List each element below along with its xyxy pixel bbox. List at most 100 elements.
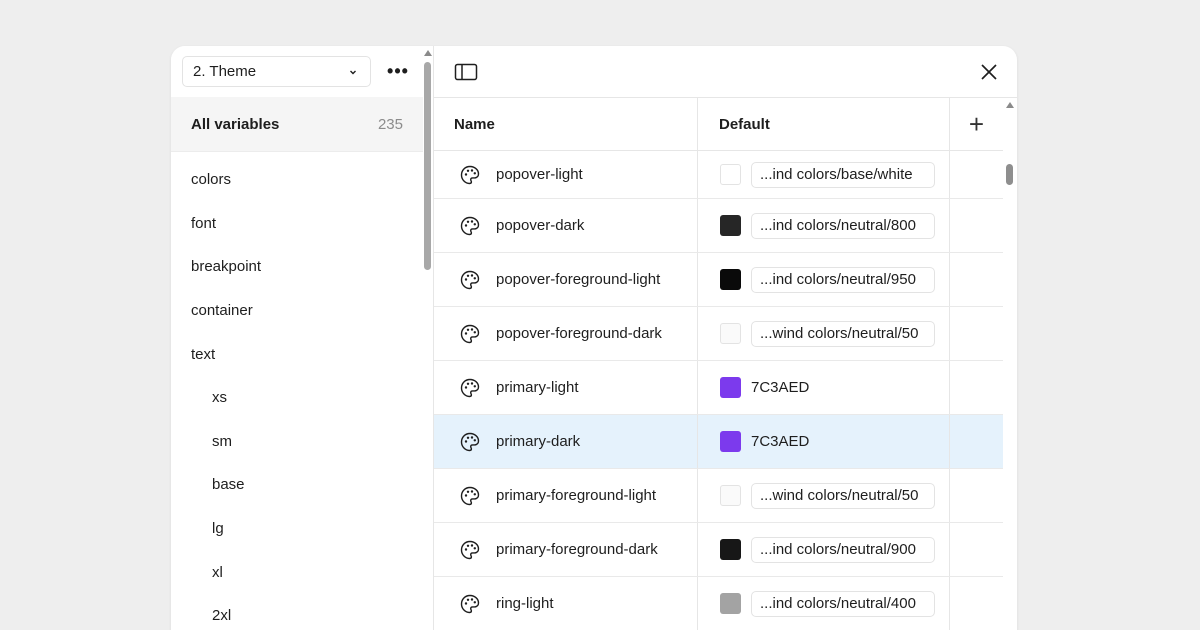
table-row[interactable]: popover-foreground-light ...ind colors/ne… (434, 253, 1003, 307)
collection-dropdown-label: 2. Theme (193, 63, 257, 80)
alias-value-pill[interactable]: ...ind colors/neutral/950 (751, 266, 935, 293)
variable-value-cell[interactable]: ...ind colors/neutral/900 (698, 523, 950, 576)
empty-cell (950, 415, 1003, 468)
table-row[interactable]: ring-light ...ind colors/neutral/400 (434, 577, 1003, 630)
palette-icon (459, 539, 481, 561)
empty-cell (950, 253, 1003, 306)
empty-cell (950, 151, 1003, 198)
variable-value-cell[interactable]: ...ind colors/neutral/800 (698, 199, 950, 252)
alias-value-pill[interactable]: ...ind colors/neutral/900 (751, 536, 935, 563)
variable-value-cell[interactable]: ...ind colors/base/white (698, 151, 950, 198)
sidebar-group-xl[interactable]: xl (171, 550, 423, 594)
sidebar-group-2xl[interactable]: 2xl (171, 594, 423, 630)
palette-icon (459, 164, 481, 186)
palette-icon (459, 323, 481, 345)
sidebar-group-breakpoint[interactable]: breakpoint (171, 245, 423, 289)
palette-icon (459, 377, 481, 399)
empty-cell (950, 577, 1003, 630)
table-header: Name Default + (434, 98, 1003, 151)
column-header-default[interactable]: Default (698, 98, 950, 151)
scroll-up-arrow-icon[interactable] (1006, 102, 1014, 108)
variable-value-cell[interactable]: ...ind colors/neutral/400 (698, 577, 950, 630)
color-swatch[interactable] (720, 593, 741, 614)
sidebar-scroll-thumb[interactable] (424, 62, 431, 270)
all-variables-item[interactable]: All variables 235 (171, 97, 423, 152)
alias-value-pill[interactable]: ...ind colors/neutral/400 (751, 590, 935, 617)
variable-name-cell[interactable]: popover-foreground-dark (434, 307, 698, 360)
variable-name-cell[interactable]: popover-foreground-light (434, 253, 698, 306)
sidebar-group-container[interactable]: container (171, 289, 423, 333)
variable-value-cell[interactable]: ...ind colors/neutral/950 (698, 253, 950, 306)
table-row[interactable]: primary-foreground-dark ...ind colors/neu… (434, 523, 1003, 577)
palette-icon (459, 269, 481, 291)
table-row[interactable]: popover-dark ...ind colors/neutral/800 (434, 199, 1003, 253)
more-options-button[interactable]: ••• (383, 58, 413, 84)
variable-name: primary-dark (496, 433, 581, 450)
hex-value: 7C3AED (751, 433, 810, 450)
variable-name: popover-light (496, 166, 583, 183)
sidebar-group-xs[interactable]: xs (171, 376, 423, 420)
empty-cell (950, 199, 1003, 252)
color-swatch[interactable] (720, 377, 741, 398)
sidebar-panel-icon[interactable] (454, 62, 478, 82)
color-swatch[interactable] (720, 269, 741, 290)
sidebar-group-text[interactable]: text (171, 332, 423, 376)
variable-name: primary-foreground-dark (496, 541, 658, 558)
variable-name: primary-foreground-light (496, 487, 657, 504)
variable-name-cell[interactable]: ring-light (434, 577, 698, 630)
empty-cell (950, 307, 1003, 360)
variable-name: primary-light (496, 379, 579, 396)
variable-name-cell[interactable]: primary-foreground-dark (434, 523, 698, 576)
variable-name-cell[interactable]: popover-light (434, 151, 698, 198)
color-swatch[interactable] (720, 323, 741, 344)
variable-name-cell[interactable]: primary-foreground-light (434, 469, 698, 522)
hex-value: 7C3AED (751, 379, 810, 396)
close-icon[interactable] (979, 62, 999, 82)
sidebar-group-sm[interactable]: sm (171, 420, 423, 464)
variable-name-cell[interactable]: primary-light (434, 361, 698, 414)
palette-icon (459, 431, 481, 453)
variable-value-cell[interactable]: ...wind colors/neutral/50 (698, 307, 950, 360)
variable-value-cell[interactable]: 7C3AED (698, 415, 950, 468)
variable-value-cell[interactable]: 7C3AED (698, 361, 950, 414)
main-panel: Name Default + popover-light ...ind color… (434, 46, 1017, 630)
color-swatch[interactable] (720, 485, 741, 506)
alias-value-pill[interactable]: ...wind colors/neutral/50 (751, 320, 935, 347)
table-row[interactable]: primary-light 7C3AED (434, 361, 1003, 415)
alias-value-pill[interactable]: ...ind colors/neutral/800 (751, 212, 935, 239)
column-header-name[interactable]: Name (434, 98, 698, 151)
alias-value-pill[interactable]: ...wind colors/neutral/50 (751, 482, 935, 509)
collection-dropdown[interactable]: 2. Theme (182, 56, 371, 87)
toolbar (434, 46, 1017, 98)
variable-name-cell[interactable]: primary-dark (434, 415, 698, 468)
table-scroll-thumb[interactable] (1006, 164, 1013, 185)
variables-window: 2. Theme ••• All variables 235 colors fon… (171, 46, 1017, 630)
empty-cell (950, 361, 1003, 414)
sidebar-group-font[interactable]: font (171, 202, 423, 246)
all-variables-label: All variables (191, 115, 280, 133)
color-swatch[interactable] (720, 431, 741, 452)
variable-name: popover-dark (496, 217, 585, 234)
variable-value-cell[interactable]: ...wind colors/neutral/50 (698, 469, 950, 522)
variables-table: Name Default + popover-light ...ind color… (434, 98, 1003, 630)
scroll-up-arrow-icon[interactable] (424, 50, 432, 56)
group-list: colors font breakpoint container text xs sm bas… (171, 158, 423, 630)
color-swatch[interactable] (720, 164, 741, 185)
add-mode-button[interactable]: + (950, 98, 1003, 151)
sidebar-group-lg[interactable]: lg (171, 507, 423, 551)
palette-icon (459, 215, 481, 237)
sidebar: 2. Theme ••• All variables 235 colors fon… (171, 46, 434, 630)
table-row[interactable]: primary-dark 7C3AED (434, 415, 1003, 469)
palette-icon (459, 485, 481, 507)
color-swatch[interactable] (720, 215, 741, 236)
sidebar-group-base[interactable]: base (171, 463, 423, 507)
alias-value-pill[interactable]: ...ind colors/base/white (751, 161, 935, 188)
color-swatch[interactable] (720, 539, 741, 560)
variable-name: popover-foreground-dark (496, 325, 662, 342)
variable-name-cell[interactable]: popover-dark (434, 199, 698, 252)
empty-cell (950, 469, 1003, 522)
table-row[interactable]: primary-foreground-light ...wind colors/n… (434, 469, 1003, 523)
table-row[interactable]: popover-foreground-dark ...wind colors/ne… (434, 307, 1003, 361)
sidebar-group-colors[interactable]: colors (171, 158, 423, 202)
table-row[interactable]: popover-light ...ind colors/base/white (434, 151, 1003, 199)
